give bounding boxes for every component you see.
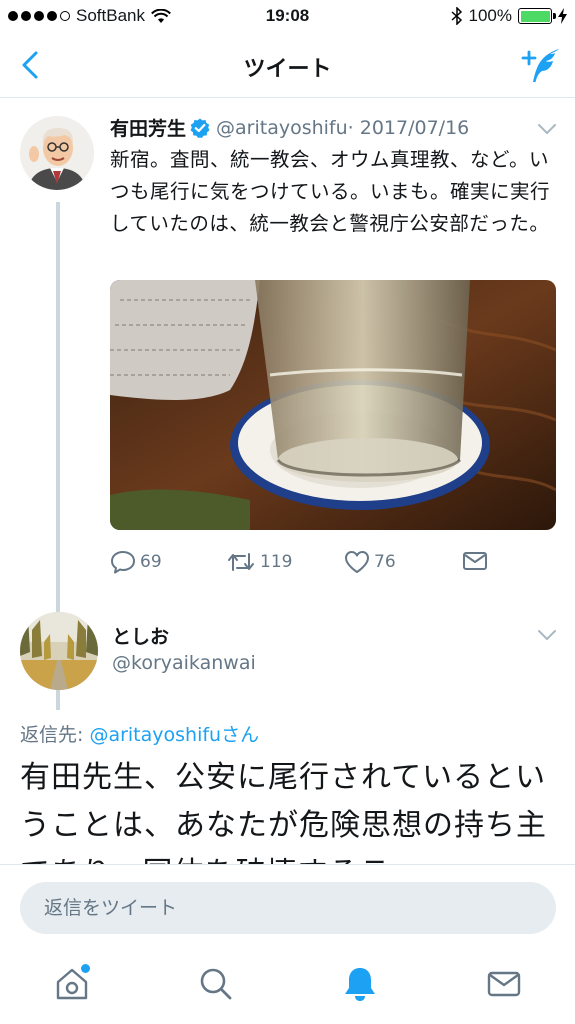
tweet-text: 新宿。査問、統一教会、オウム真理教、など。いつも尾行に気をつけている。いまも。確… — [110, 148, 551, 235]
notifications-icon — [345, 968, 375, 1001]
like-count: 76 — [374, 552, 396, 572]
chevron-down-icon[interactable] — [537, 122, 557, 136]
direct-message-action[interactable] — [462, 550, 488, 572]
battery-percent: 100% — [468, 6, 512, 25]
charging-icon — [558, 8, 567, 24]
like-action[interactable]: 76 — [344, 550, 396, 574]
tab-notifications[interactable] — [340, 964, 380, 1004]
reply-icon — [111, 551, 135, 574]
replying-to-label: 返信先: — [20, 724, 90, 746]
reply-count: 69 — [140, 552, 162, 572]
reply-input[interactable] — [20, 882, 556, 934]
battery-icon — [518, 8, 556, 24]
tweet-actions: 69 119 76 — [110, 550, 556, 580]
retweet-action[interactable]: 119 — [226, 550, 292, 574]
status-right: 100% — [451, 6, 567, 26]
search-icon — [200, 968, 232, 1000]
reply-action[interactable]: 69 — [110, 550, 162, 574]
retweet-count: 119 — [260, 552, 293, 572]
author-name[interactable]: としお — [112, 622, 169, 649]
verified-badge-icon — [190, 118, 210, 138]
tweet-photo[interactable] — [110, 280, 556, 530]
status-bar: SoftBank 19:08 100% — [0, 0, 575, 32]
reply-tweet[interactable]: としお @koryaikanwai 返信先: @aritayoshifuさん 有… — [0, 604, 575, 864]
tweet-header: 有田芳生 @aritayoshifu · 2017/07/16 — [110, 114, 469, 141]
avatar[interactable] — [20, 116, 94, 190]
reply-composer-bar — [0, 864, 575, 946]
messages-icon — [487, 971, 521, 997]
tab-home[interactable] — [52, 964, 92, 1004]
author-name[interactable]: 有田芳生 — [110, 114, 186, 141]
compose-tweet-icon[interactable] — [521, 46, 561, 84]
heart-icon — [345, 551, 369, 573]
chevron-down-icon[interactable] — [537, 628, 557, 642]
tab-messages[interactable] — [484, 964, 524, 1004]
tweet-date: · 2017/07/16 — [347, 116, 470, 139]
author-handle[interactable]: @koryaikanwai — [112, 652, 256, 674]
tab-search[interactable] — [196, 964, 236, 1004]
replying-to-suffix: さん — [221, 724, 260, 746]
retweet-icon — [228, 553, 254, 571]
tab-bar — [0, 946, 575, 1024]
replying-to-mention[interactable]: @aritayoshifu — [89, 724, 221, 746]
replying-to: 返信先: @aritayoshifuさん — [20, 720, 259, 747]
notification-dot — [81, 964, 90, 973]
bluetooth-icon — [451, 7, 462, 25]
main-tweet[interactable]: 有田芳生 @aritayoshifu · 2017/07/16 新宿。査問、統一… — [0, 98, 575, 710]
navigation-bar: ツイート — [0, 32, 575, 98]
page-title: ツイート — [243, 57, 332, 82]
avatar[interactable] — [20, 612, 98, 690]
reply-text: 有田先生、公安に尾行されているということは、あなたが危険思想の持ち主であり、国体… — [20, 760, 547, 864]
author-handle[interactable]: @aritayoshifu — [216, 117, 348, 139]
envelope-icon — [463, 552, 487, 570]
